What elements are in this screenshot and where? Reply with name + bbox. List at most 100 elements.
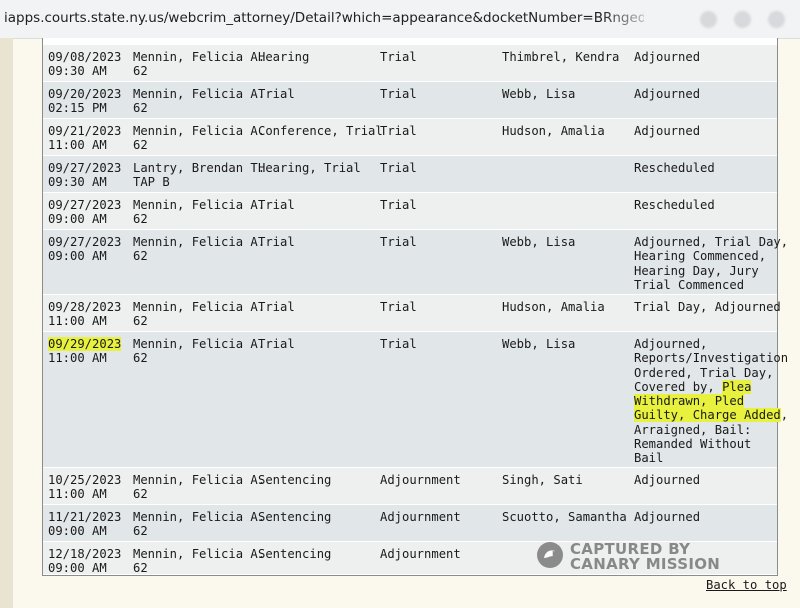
date: 09/08/2023 (48, 50, 122, 64)
type-cell: Trial (380, 300, 417, 314)
time: 02:15 PM (48, 101, 107, 116)
judge: Mennin, Felicia A. (133, 473, 266, 487)
outcome-cell: Rescheduled (634, 198, 715, 212)
judge: Mennin, Felicia A. (133, 124, 266, 138)
judge-cell: Mennin, Felicia A. 62 (133, 337, 265, 366)
judge-cell: Mennin, Felicia A. 62 (133, 124, 265, 153)
date-time-cell: 09/28/2023 11:00 AM (48, 300, 121, 329)
ada-cell: Thimbrel, Kendra (502, 50, 620, 64)
part: 62 (133, 64, 148, 79)
date-time-cell: 09/20/2023 02:15 PM (48, 87, 121, 116)
ada-cell: Hudson, Amalia (502, 300, 605, 314)
table-row: 11/21/2023 09:00 AM Mennin, Felicia A. 62 … (43, 505, 777, 542)
canary-bird-icon (537, 542, 563, 568)
canary-mission-watermark: CAPTURED BY CANARY MISSION (537, 540, 737, 574)
ada-cell: Scuotto, Samantha (502, 510, 627, 524)
table-row: 09/27/2023 09:00 AM Mennin, Felicia A. 62 … (43, 230, 788, 295)
part: 62 (133, 561, 148, 576)
type-cell: Trial (380, 161, 417, 175)
part: 62 (133, 101, 148, 116)
part: 62 (133, 487, 148, 502)
date-time-cell: 09/08/2023 09:30 AM (48, 50, 121, 79)
judge: Mennin, Felicia A. (133, 510, 266, 524)
time: 09:30 AM (48, 175, 107, 190)
date: 11/21/2023 (48, 510, 122, 524)
table-row: 09/20/2023 02:15 PM Mennin, Felicia A. 62 … (43, 82, 777, 119)
time: 11:00 AM (48, 351, 107, 366)
appearances-table: 09/08/2023 09:30 AM Mennin, Felicia A. 62 … (42, 38, 788, 576)
url-text[interactable]: iapps.courts.state.ny.us/webcrim_attorne… (4, 10, 644, 26)
date: 09/21/2023 (48, 124, 122, 138)
appearance-cell: Trial (258, 198, 295, 212)
date-time-cell: 11/21/2023 09:00 AM (48, 510, 121, 539)
judge: Mennin, Felicia A. (133, 337, 266, 351)
appearance-cell: Trial (258, 300, 295, 314)
judge-cell: Mennin, Felicia A. 62 (133, 473, 265, 502)
type-cell: Trial (380, 124, 417, 138)
outcome-cell: Adjourned (634, 50, 701, 64)
date-time-cell: 12/18/2023 09:00 AM (48, 547, 121, 576)
ada-cell: Hudson, Amalia (502, 124, 605, 138)
date-time-cell: 09/21/2023 11:00 AM (48, 124, 121, 153)
type-cell: Adjournment (380, 510, 461, 524)
appearance-cell: Hearing, Trial (258, 161, 361, 175)
time: 09:00 AM (48, 212, 107, 227)
judge-cell: Mennin, Felicia A. 62 (133, 547, 265, 576)
ada-cell: Webb, Lisa (502, 337, 576, 351)
part: 62 (133, 314, 148, 329)
appearance-cell: Hearing (258, 50, 310, 64)
outcome-cell: Adjourned (634, 473, 701, 487)
highlighted-text: Withdrawn, Pled (634, 394, 745, 409)
watermark-line2: CANARY MISSION (570, 555, 721, 573)
type-cell: Trial (380, 235, 417, 249)
date: 09/20/2023 (48, 87, 122, 101)
appearance-cell: Trial (258, 337, 295, 351)
highlighted-text: Guilty, Charge Added (634, 408, 781, 423)
part: 62 (133, 351, 148, 366)
menu-icon[interactable] (768, 11, 785, 28)
ada-cell: Singh, Sati (502, 473, 583, 487)
judge: Mennin, Felicia A. (133, 300, 266, 314)
outcome-cell: Adjourned (634, 124, 701, 138)
outcome-cell: Adjourned (634, 510, 701, 524)
judge: Mennin, Felicia A. (133, 198, 266, 212)
outcome-cell: Adjourned, Trial Day, Hearing Commenced, H… (634, 235, 789, 292)
part: TAP B (133, 175, 170, 190)
appearance-cell: Trial (258, 87, 295, 101)
extension-icon[interactable] (700, 11, 717, 28)
browser-address-bar[interactable]: iapps.courts.state.ny.us/webcrim_attorne… (0, 0, 800, 39)
appearance-cell: Sentencing (258, 547, 332, 561)
part: 62 (133, 249, 148, 264)
part: 62 (133, 138, 148, 153)
judge-cell: Mennin, Felicia A. 62 (133, 235, 265, 264)
back-to-top-link[interactable]: Back to top (706, 578, 787, 592)
date: 09/27/2023 (48, 161, 122, 175)
outcome-cell: Trial Day, Adjourned (634, 300, 781, 314)
appearance-cell: Sentencing (258, 510, 332, 524)
judge: Mennin, Felicia A. (133, 87, 266, 101)
table-row: 09/27/2023 09:30 AM Lantry, Brendan T. TAP… (43, 156, 777, 193)
outcome-cell: Adjourned (634, 87, 701, 101)
part: 62 (133, 212, 148, 227)
appearance-cell: Conference, Trial (258, 124, 383, 138)
judge-cell: Mennin, Felicia A. 62 (133, 50, 265, 79)
judge: Lantry, Brendan T. (133, 161, 266, 175)
judge: Mennin, Felicia A. (133, 235, 266, 249)
appearance-cell: Sentencing (258, 473, 332, 487)
outcome-cell: Adjourned, Reports/Investigation Ordered… (634, 337, 789, 466)
appearance-cell: Trial (258, 235, 295, 249)
profile-icon[interactable] (734, 11, 751, 28)
date: 09/27/2023 (48, 235, 122, 249)
date-time-cell: 09/27/2023 09:00 AM (48, 235, 121, 264)
judge-cell: Mennin, Felicia A. 62 (133, 300, 265, 329)
time: 11:00 AM (48, 314, 107, 329)
type-cell: Trial (380, 50, 417, 64)
date-time-cell: 09/29/2023 11:00 AM (48, 337, 122, 366)
table-row: 09/27/2023 09:00 AM Mennin, Felicia A. 62 … (43, 193, 777, 230)
type-cell: Trial (380, 87, 417, 101)
type-cell: Trial (380, 337, 417, 351)
table-row: 10/25/2023 11:00 AM Mennin, Felicia A. 62 … (43, 468, 777, 505)
ada-cell: Webb, Lisa (502, 235, 576, 249)
judge: Mennin, Felicia A. (133, 547, 266, 561)
judge-cell: Mennin, Felicia A. 62 (133, 87, 265, 116)
